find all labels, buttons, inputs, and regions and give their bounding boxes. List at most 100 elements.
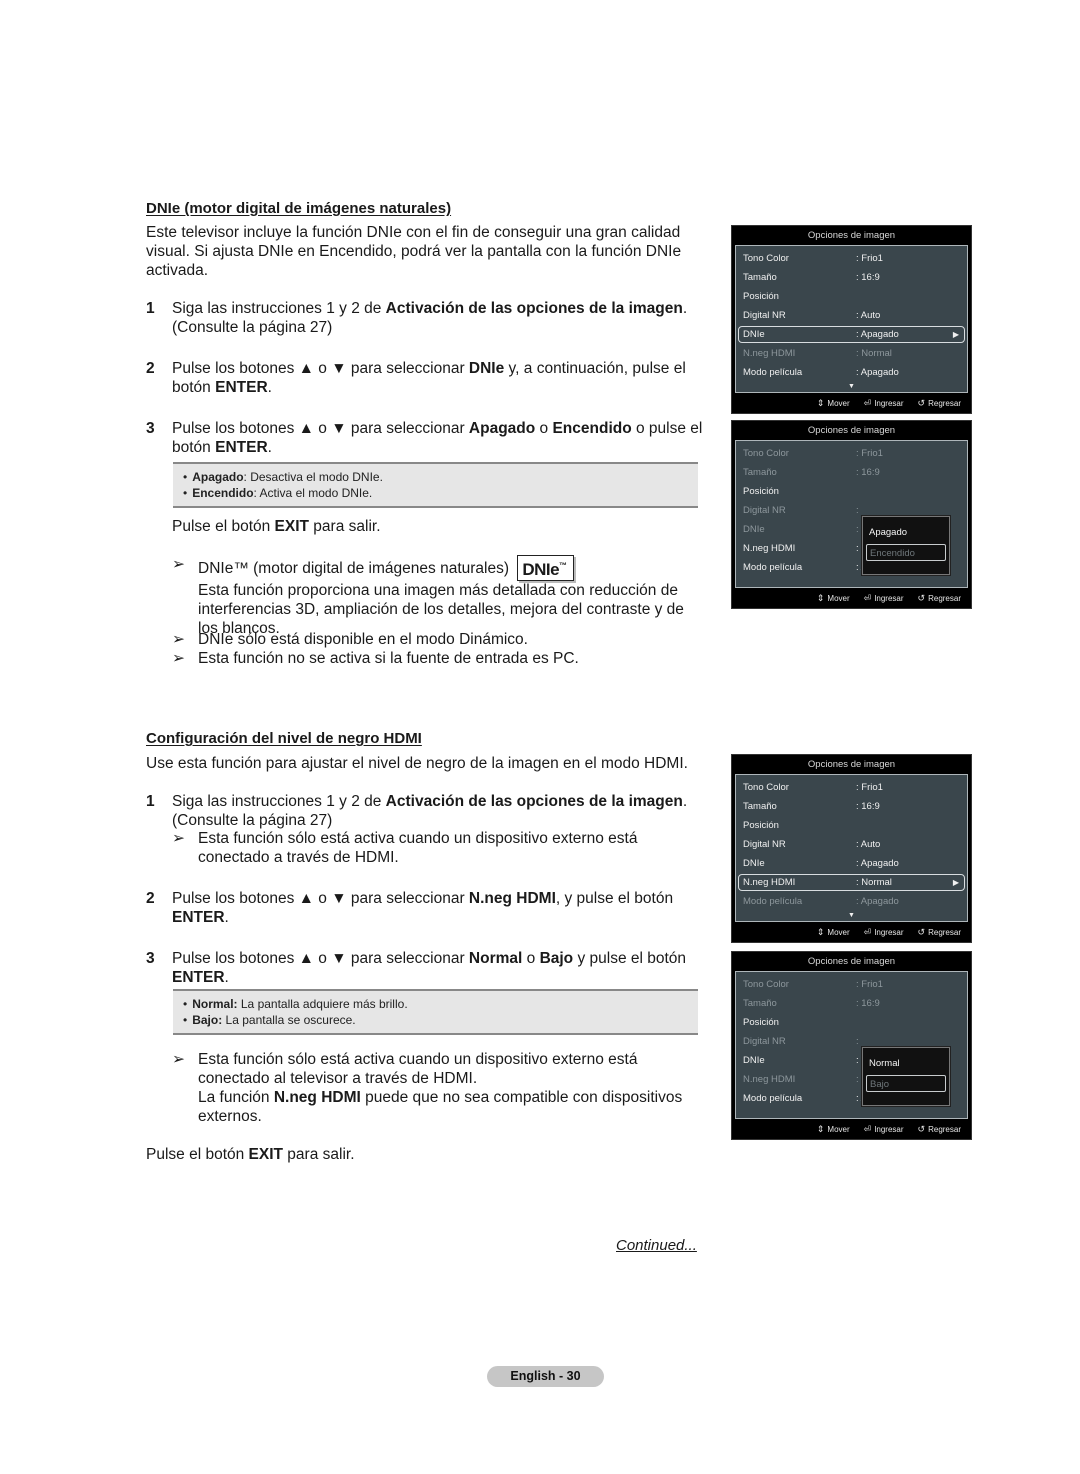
menu-row-label: DNIe <box>743 524 765 535</box>
menu-row-value: : Apagado <box>856 896 899 907</box>
menu-row[interactable]: Modo película : Apagado <box>736 363 967 382</box>
menu-row-value: : Normal <box>856 877 892 888</box>
scroll-down-icon: ▼ <box>848 912 855 919</box>
note-text: La función <box>198 1089 274 1106</box>
dnie-logo-text: DNIe <box>522 560 560 579</box>
step-text: Pulse los botones ▲ o ▼ para seleccionar <box>172 890 469 907</box>
footer-hint-enter: ⏎ Ingresar <box>863 927 904 937</box>
footer-hint-return: ↺ Regresar <box>918 593 961 603</box>
menu-body: Tono Color : Frio1 Tamaño: 16:9 Posición Dig… <box>735 245 968 393</box>
menu-row-label: Modo película <box>743 896 803 907</box>
menu-row[interactable]: Tono Color: Frio1 <box>736 444 967 463</box>
menu-row[interactable]: Tamaño: 16:9 <box>736 797 967 816</box>
step-text: o <box>522 950 540 967</box>
menu-row[interactable]: Posición <box>736 816 967 835</box>
menu-row[interactable]: DNIe: Apagado ▶ <box>736 325 967 344</box>
bullet-text: : Desactiva el modo DNIe. <box>243 470 383 484</box>
menu-row-label: N.neg HDMI <box>743 348 796 359</box>
step-bold-text: DNIe <box>468 360 505 377</box>
popup-option[interactable]: Encendido <box>866 544 946 561</box>
menu-row-label: Posición <box>743 486 779 497</box>
exit-bold-text: EXIT <box>248 1146 283 1163</box>
scroll-down-icon: ▼ <box>848 383 855 390</box>
menu-row[interactable]: Tono Color: Frio1 <box>736 975 967 994</box>
menu-row-value: : Frio1 <box>856 253 883 264</box>
move-label: Mover <box>827 1125 850 1134</box>
exit-instruction: Pulse el botón EXIT para salir. <box>146 1145 355 1164</box>
enter-label: Ingresar <box>874 594 904 603</box>
menu-row[interactable]: DNIe : Apagado <box>736 854 967 873</box>
move-label: Mover <box>827 594 850 603</box>
menu-row-value: : Frio1 <box>856 782 883 793</box>
menu-row-label: Digital NR <box>743 1036 786 1047</box>
menu-row[interactable]: Tono Color: Frio1 <box>736 778 967 797</box>
bullet-term: Encendido <box>192 486 254 500</box>
step-text: Siga las instrucciones 1 y 2 de <box>172 793 386 810</box>
menu-row[interactable]: Posición <box>736 482 967 501</box>
menu-row-label: Posición <box>743 1017 779 1028</box>
menu-row-label: Modo película <box>743 367 803 378</box>
step-3: 3 Pulse los botones ▲ o ▼ para seleccion… <box>146 949 706 987</box>
menu-row-value: : Auto <box>856 310 881 321</box>
menu-row[interactable]: Digital NR: Auto <box>736 835 967 854</box>
menu-row-value: : Frio1 <box>856 448 883 459</box>
menu-row[interactable]: Tono Color : Frio1 <box>736 249 967 268</box>
page-number: English - 30 <box>487 1366 604 1387</box>
footer-hint-return: ↺ Regresar <box>918 927 961 937</box>
menu-row-label: DNIe <box>743 858 765 869</box>
menu-row-label: Modo película <box>743 1093 803 1104</box>
step-1: 1 Siga las instrucciones 1 y 2 de Activa… <box>146 792 706 830</box>
menu-row-label: Tamaño <box>743 272 777 283</box>
menu-row[interactable]: Modo película : Apagado <box>736 892 967 911</box>
menu-row[interactable]: Tamaño: 16:9 <box>736 463 967 482</box>
menu-row-label: DNIe <box>743 329 765 340</box>
menu-row[interactable]: Posición <box>736 1013 967 1032</box>
submenu-arrow-icon: ▶ <box>952 330 959 339</box>
note-title: DNIe™ (motor digital de imágenes natural… <box>198 560 509 577</box>
menu-row-label: Digital NR <box>743 505 786 516</box>
exit-text: para salir. <box>309 518 381 535</box>
menu-row[interactable]: N.neg HDMI: Normal ▶ <box>736 873 967 892</box>
menu-row-label: Posición <box>743 291 779 302</box>
menu-row-value: : 16:9 <box>856 801 880 812</box>
step-1: 1 Siga las instrucciones 1 y 2 de Activa… <box>146 299 706 337</box>
step-number: 2 <box>146 890 155 907</box>
tv-menu-screen: Opciones de imagen Tono Color: Frio1 Tamañ… <box>731 951 972 1140</box>
step-text: Pulse los botones ▲ o ▼ para seleccionar <box>172 950 469 967</box>
dnie-logo-tm: ™ <box>559 561 567 570</box>
menu-footer: ⇕ Mover ⏎ Ingresar ↺ Regresar <box>732 393 971 413</box>
menu-row[interactable]: Tamaño: 16:9 <box>736 268 967 287</box>
step-bold-text: ENTER <box>215 379 268 396</box>
menu-row[interactable]: N.neg HDMI: Normal <box>736 344 967 363</box>
popup-option[interactable]: Bajo <box>866 1075 946 1092</box>
note-text-compat: La función N.neg HDMI puede que no sea c… <box>198 1088 692 1126</box>
step-text: . <box>267 379 272 396</box>
note-dnie-dynamic: ➢ DNIe sólo está disponible en el modo D… <box>172 630 707 649</box>
enter-icon: ⏎ <box>863 398 872 408</box>
popup-option[interactable]: Apagado <box>866 524 946 541</box>
menu-row-value: : Apagado <box>856 858 899 869</box>
step-bold-text: Activación de las opciones de la imagen <box>385 300 683 317</box>
step-number: 3 <box>146 420 155 437</box>
move-label: Mover <box>827 928 850 937</box>
step-bold-text: Normal <box>468 950 523 967</box>
popup-option[interactable]: Normal <box>866 1055 946 1072</box>
section-intro-hdmi-black: Use esta función para ajustar el nivel d… <box>146 755 688 772</box>
section-title-dnie: DNIe (motor digital de imágenes naturale… <box>146 200 452 217</box>
menu-row-label: N.neg HDMI <box>743 1074 796 1085</box>
menu-row[interactable]: Digital NR: Auto <box>736 306 967 325</box>
bullet-text: La pantalla se oscurece. <box>222 1013 356 1027</box>
menu-row-label: Tono Color <box>743 253 789 264</box>
enter-icon: ⏎ <box>863 927 872 937</box>
footer-hint-return: ↺ Regresar <box>917 1124 961 1134</box>
submenu-arrow-icon: ▶ <box>952 878 959 887</box>
step-number: 3 <box>146 950 155 967</box>
step-bold-text: N.neg HDMI <box>468 890 556 907</box>
return-icon: ↺ <box>917 1124 926 1134</box>
arrow-bullet-icon: ➢ <box>172 631 185 648</box>
footer-hint-return: ↺ Regresar <box>918 398 961 408</box>
enter-icon: ⏎ <box>863 1124 872 1134</box>
menu-row[interactable]: Posición <box>736 287 967 306</box>
menu-row-value: : Apagado <box>856 367 899 378</box>
menu-row[interactable]: Tamaño: 16:9 <box>736 994 967 1013</box>
